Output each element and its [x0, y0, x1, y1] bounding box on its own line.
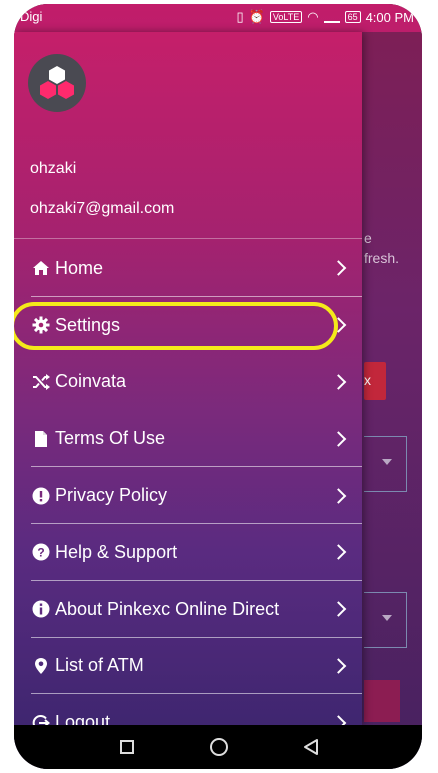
status-time: 4:00 PM [365, 9, 414, 25]
chevron-down-icon [382, 615, 392, 621]
background-text-line2: fresh. [364, 250, 400, 266]
chevron-right-icon [330, 431, 347, 447]
chevron-right-icon [330, 374, 347, 390]
shuffle-icon [31, 372, 51, 392]
status-bar: Digi ▯ ⏰ VoLTE ◠ 65 4:00 PM [14, 4, 422, 32]
chevron-right-icon [330, 601, 347, 617]
navigation-bar [14, 725, 422, 769]
info-circle-icon [31, 599, 51, 619]
background-dropdown-1 [364, 436, 407, 492]
menu-item-label: Coinvata [55, 371, 127, 392]
user-name: ohzaki [30, 160, 77, 177]
wifi-icon: ◠ [307, 9, 319, 24]
menu-item-label: Terms Of Use [55, 428, 166, 449]
back-triangle-icon [304, 739, 318, 755]
header-divider [14, 238, 362, 239]
vibrate-icon: ▯ [236, 9, 244, 24]
background-red-button: x [364, 362, 386, 400]
menu-item-about[interactable]: About Pinkexc Online Direct [14, 581, 362, 638]
user-email: ohzaki7@gmail.com [30, 200, 175, 217]
phone-frame: e fresh. x Digi ▯ ⏰ VoLTE ◠ 65 4:00 PM o… [14, 4, 422, 769]
volte-icon: VoLTE [269, 11, 303, 23]
menu-item-label: List of ATM [55, 655, 144, 676]
menu-item-label: Home [55, 257, 104, 278]
chevron-right-icon [330, 658, 347, 674]
navigation-drawer: ohzaki ohzaki7@gmail.com Home Settings C… [14, 32, 362, 732]
svg-text:?: ? [37, 546, 44, 560]
background-red-button-label: x [364, 372, 371, 388]
home-icon [31, 258, 51, 278]
menu-item-help-support[interactable]: ? Help & Support [14, 524, 362, 581]
menu-item-settings[interactable]: Settings [14, 297, 362, 354]
background-dropdown-2 [364, 592, 407, 648]
chevron-right-icon [330, 487, 347, 504]
hexagon-logo-icon [40, 66, 74, 99]
menu-item-label: About Pinkexc Online Direct [55, 598, 280, 619]
signal-icon [323, 11, 340, 23]
drawer-menu: Home Settings Coinvata Terms Of Use Priv… [14, 240, 362, 751]
exclamation-circle-icon [31, 486, 51, 506]
menu-item-list-of-atm[interactable]: List of ATM [14, 638, 362, 695]
question-circle-icon: ? [31, 542, 51, 562]
menu-item-privacy-policy[interactable]: Privacy Policy [14, 467, 362, 524]
menu-item-coinvata[interactable]: Coinvata [14, 354, 362, 411]
battery-icon: 65 [344, 11, 361, 23]
chevron-right-icon [330, 260, 347, 277]
menu-item-home[interactable]: Home [14, 240, 362, 297]
chevron-right-icon [330, 544, 347, 561]
background-text-line1: e [364, 230, 372, 246]
home-button[interactable] [210, 738, 228, 756]
app-logo [28, 54, 86, 112]
menu-item-label: Privacy Policy [55, 485, 168, 506]
settings-highlight [14, 301, 338, 350]
carrier-label: Digi [20, 9, 43, 24]
status-icons: ▯ ⏰ VoLTE ◠ 65 4:00 PM [237, 9, 414, 25]
map-marker-icon [31, 656, 51, 676]
alarm-icon: ⏰ [248, 9, 265, 24]
screen: e fresh. x Digi ▯ ⏰ VoLTE ◠ 65 4:00 PM o… [14, 4, 422, 769]
recents-button[interactable] [120, 740, 134, 754]
background-button [364, 680, 400, 722]
menu-item-label: Help & Support [55, 541, 178, 562]
menu-item-terms[interactable]: Terms Of Use [14, 410, 362, 468]
document-icon [31, 429, 51, 449]
chevron-down-icon [382, 459, 392, 465]
